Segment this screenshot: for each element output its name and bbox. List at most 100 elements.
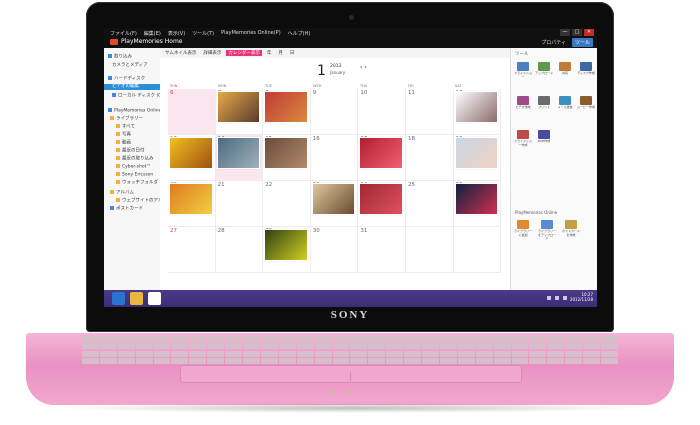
- tool-item[interactable]: DVD作成: [535, 130, 553, 144]
- sidebar-item-videos[interactable]: 動画: [116, 140, 131, 146]
- calendar-day-cell[interactable]: 21: [215, 181, 264, 227]
- tool-item[interactable]: ビデオ作成: [514, 96, 532, 110]
- menu-view[interactable]: 表示(V): [168, 30, 185, 37]
- photo-thumbnail[interactable]: [455, 184, 498, 214]
- calendar-day-cell[interactable]: 18: [406, 135, 454, 181]
- calendar-day-cell[interactable]: 28: [215, 227, 264, 273]
- day-button[interactable]: 日: [288, 50, 297, 56]
- calendar-day-cell[interactable]: 7: [215, 89, 264, 135]
- online-tool-item[interactable]: ライブラリーをアップロード: [538, 220, 556, 241]
- photo-thumbnail[interactable]: [170, 138, 212, 168]
- sidebar-item-sony-ericsson[interactable]: Sony Ericsson: [116, 172, 153, 178]
- sidebar-item-library[interactable]: ライブラリー: [110, 116, 143, 122]
- properties-button[interactable]: プロパティ: [541, 39, 566, 46]
- calendar-day-cell[interactable]: 8: [263, 89, 311, 135]
- calendar-day-cell[interactable]: 20: [168, 181, 216, 227]
- online-tool-item[interactable]: ポストカードを作成: [562, 220, 580, 237]
- photo-thumbnail[interactable]: [170, 184, 212, 214]
- sidebar-item-recent-dates[interactable]: 最近の日付: [116, 148, 145, 154]
- keyboard-key: [583, 343, 601, 350]
- detail-view-button[interactable]: 詳細表示: [201, 50, 223, 56]
- calendar-day-cell[interactable]: 13: [168, 135, 216, 181]
- calendar-day-cell[interactable]: 16: [310, 135, 359, 181]
- calendar-day-cell[interactable]: 15: [263, 135, 311, 181]
- calendar-day-cell[interactable]: 25: [406, 181, 454, 227]
- calendar-day-cell[interactable]: 23: [310, 181, 359, 227]
- tool-item[interactable]: ディスク作成: [577, 62, 595, 76]
- month-button[interactable]: 月: [276, 50, 285, 56]
- photo-thumbnail[interactable]: [217, 92, 260, 122]
- calendar-day-cell[interactable]: 26: [453, 181, 502, 227]
- calendar-day-cell[interactable]: 12: [453, 89, 502, 135]
- keyboard-key: [189, 350, 207, 357]
- calendar-day-cell[interactable]: 22: [263, 181, 311, 227]
- photo-thumbnail[interactable]: [455, 138, 498, 168]
- calendar-day-cell[interactable]: 10: [358, 89, 406, 135]
- calendar-day-cell[interactable]: 6: [168, 89, 216, 135]
- calendar-day-cell[interactable]: 9: [310, 89, 359, 135]
- tool-item[interactable]: プリント: [535, 96, 553, 110]
- sidebar-item-local-disk[interactable]: ローカル ディスク (C:): [112, 93, 165, 99]
- sidebar-item-harddisk[interactable]: ハードディスク: [108, 76, 145, 82]
- tool-item[interactable]: スライドショー: [514, 62, 532, 79]
- calendar-day-cell[interactable]: [406, 227, 454, 273]
- sidebar-item-recent-imports[interactable]: 最近の取り込み: [116, 156, 154, 162]
- sidebar-item-video-edit[interactable]: ビデオの編集: [104, 84, 160, 90]
- calendar-day-cell[interactable]: 19: [453, 135, 502, 181]
- month-nav-button[interactable]: ‹ ›: [360, 64, 367, 71]
- calendar-day-cell[interactable]: [453, 227, 502, 273]
- sidebar-item-postcard[interactable]: ポストカード: [110, 206, 143, 212]
- photo-thumbnail[interactable]: [360, 184, 402, 214]
- photo-thumbnail[interactable]: [265, 92, 307, 122]
- minimize-button[interactable]: —: [560, 29, 570, 36]
- clock[interactable]: 10:27 2012/11/28: [570, 292, 593, 302]
- network-icon[interactable]: [547, 296, 551, 300]
- thumbnail-view-button[interactable]: サムネイル表示: [163, 50, 198, 56]
- tool-item[interactable]: ムービー作成: [577, 96, 595, 110]
- menu-help[interactable]: ヘルプ(H): [288, 30, 311, 37]
- volume-icon[interactable]: [555, 296, 559, 300]
- calendar-view-button[interactable]: カレンダー表示: [226, 50, 262, 56]
- power-led-icon: [330, 392, 333, 395]
- explorer-icon[interactable]: [130, 292, 143, 305]
- sidebar-item-playmemories-online[interactable]: PlayMemories Online: [108, 108, 161, 114]
- sidebar-item-camera-media[interactable]: カメラとメディア: [112, 63, 148, 69]
- tool-item[interactable]: 共有: [556, 62, 574, 76]
- sidebar-item-cybershot[interactable]: Cyber-shot™: [116, 164, 151, 170]
- calendar-day-cell[interactable]: 11: [406, 89, 454, 135]
- menu-online[interactable]: PlayMemories Online(P): [221, 30, 281, 37]
- tool-item[interactable]: アップロード: [535, 62, 553, 76]
- calendar-day-cell[interactable]: 17: [358, 135, 406, 181]
- calendar-day-cell[interactable]: 27: [168, 227, 216, 273]
- tool-item[interactable]: メール送信: [556, 96, 574, 110]
- calendar-day-cell[interactable]: 30: [310, 227, 359, 273]
- year-button[interactable]: 年: [265, 50, 274, 56]
- photo-thumbnail[interactable]: [265, 138, 307, 168]
- ie-icon[interactable]: [112, 292, 125, 305]
- calendar-day-cell[interactable]: 14: [215, 135, 264, 181]
- keyboard-key: [601, 357, 618, 364]
- menu-edit[interactable]: 編集(E): [144, 30, 161, 37]
- sidebar-item-photos[interactable]: 写真: [116, 132, 131, 138]
- menu-file[interactable]: ファイル(F): [110, 30, 137, 37]
- sidebar-item-watch-folder[interactable]: ウォッチフォルダ: [116, 180, 158, 186]
- photo-thumbnail[interactable]: [455, 92, 498, 122]
- close-button[interactable]: ✕: [584, 29, 594, 36]
- maximize-button[interactable]: □: [572, 29, 582, 36]
- calendar-day-cell[interactable]: 31: [358, 227, 406, 273]
- battery-icon[interactable]: [563, 296, 567, 300]
- sidebar-item-all[interactable]: すべて: [116, 124, 135, 130]
- playmemories-taskbar-icon[interactable]: [148, 292, 161, 305]
- tool-item[interactable]: スライドショー作成: [514, 130, 532, 147]
- photo-thumbnail[interactable]: [265, 230, 307, 260]
- menu-tools[interactable]: ツール(T): [192, 30, 214, 37]
- sidebar-item-album[interactable]: アルバム: [110, 190, 134, 196]
- sidebar-item-import[interactable]: 取り込み: [108, 54, 132, 60]
- online-tool-item[interactable]: ライブラリーに追加: [514, 220, 532, 237]
- photo-thumbnail[interactable]: [217, 138, 260, 168]
- calendar-day-cell[interactable]: 24: [358, 181, 406, 227]
- photo-thumbnail[interactable]: [312, 184, 355, 214]
- calendar-day-cell[interactable]: 29: [263, 227, 311, 273]
- tools-button[interactable]: ツール: [571, 38, 593, 47]
- photo-thumbnail[interactable]: [360, 138, 402, 168]
